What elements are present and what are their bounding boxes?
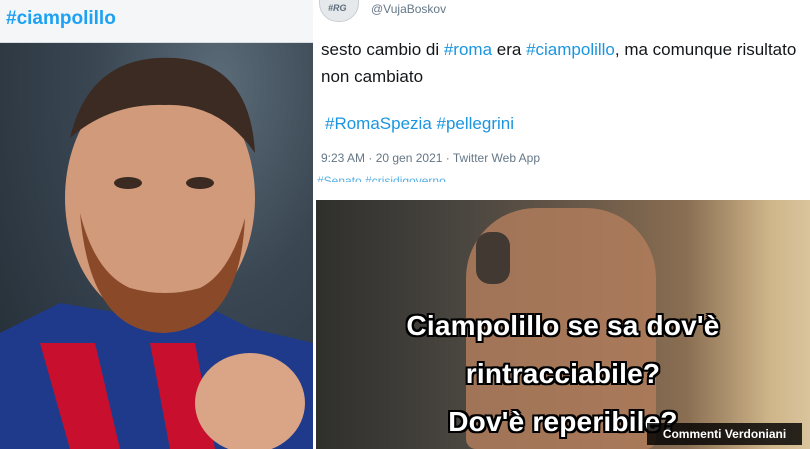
tweet-hashtags[interactable]: #RomaSpezia #pellegrini — [325, 114, 514, 134]
phone-call-meme: Ciampolillo se sa dov'è rintracciabile? … — [316, 200, 810, 449]
telephone-icon — [476, 232, 510, 284]
tweet-text: sesto cambio di #roma era #ciampolillo, … — [321, 36, 801, 90]
player-illustration — [0, 57, 313, 449]
tweet-card: #RG @VujaBoskov sesto cambio di #roma er… — [313, 0, 810, 182]
meme-caption-line2: rintracciabile? — [465, 358, 661, 389]
avatar[interactable]: #RG — [319, 0, 359, 22]
hashtag-ciampolillo[interactable]: #ciampolillo — [526, 40, 615, 59]
hashtag-roma[interactable]: #roma — [444, 40, 492, 59]
partial-hashtags: #Senato #crisidigoverno — [317, 174, 446, 182]
hashtag-bar: #ciampolillo — [0, 0, 313, 43]
hashtag-link[interactable]: #ciampolillo — [6, 8, 116, 30]
left-meme-panel: #ciampolillo — [0, 0, 313, 449]
tweet-text-part2: era — [492, 40, 527, 59]
avatar-label: #RG — [328, 3, 347, 13]
meme-caption-line1: Ciampolillo se sa dov'è — [406, 310, 720, 341]
player-photo — [0, 43, 313, 449]
tweet-timestamp[interactable]: 9:23 AM · 20 gen 2021 · Twitter Web App — [321, 151, 540, 165]
watermark: Commenti Verdoniani — [647, 423, 802, 445]
user-handle[interactable]: @VujaBoskov — [371, 2, 446, 16]
tweet-text-part1: sesto cambio di — [321, 40, 444, 59]
